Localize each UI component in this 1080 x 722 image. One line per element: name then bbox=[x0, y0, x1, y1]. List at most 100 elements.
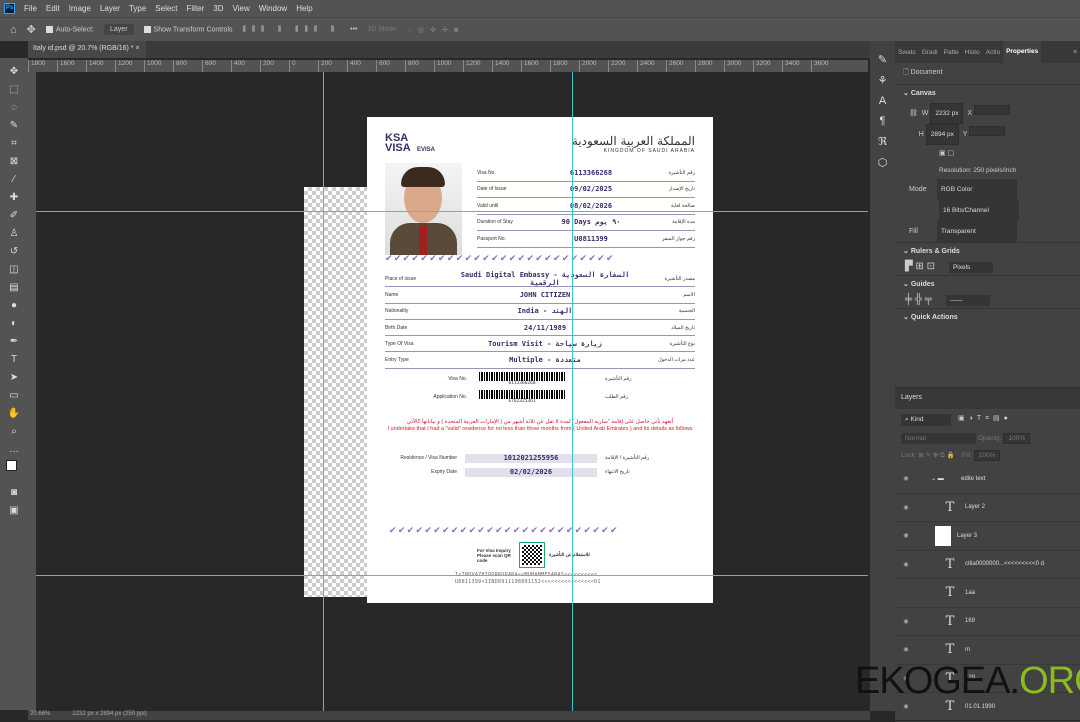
path-select-icon[interactable]: ➤ bbox=[6, 370, 22, 385]
move-tool-icon[interactable]: ✥ bbox=[6, 64, 22, 79]
rulers-grids-section[interactable]: ⌄ Rulers & Grids bbox=[895, 242, 1080, 259]
menu-3d[interactable]: 3D bbox=[213, 4, 223, 13]
layers-tab[interactable]: Layers bbox=[895, 389, 1080, 409]
guide-vertical[interactable] bbox=[572, 72, 573, 712]
width-input[interactable]: 2232 px bbox=[930, 103, 964, 124]
filter-icons[interactable]: ▣◑T⌗▤● bbox=[958, 414, 1012, 426]
landscape-icon[interactable]: ▢ bbox=[948, 150, 955, 157]
visibility-eye-icon[interactable]: ◉ bbox=[895, 532, 917, 539]
move-tool-icon[interactable]: ✥ bbox=[27, 23, 36, 36]
units-dropdown[interactable]: Pixels bbox=[948, 262, 993, 273]
more-button[interactable]: ••• bbox=[350, 26, 357, 33]
eraser-tool-icon[interactable]: ◫ bbox=[6, 262, 22, 277]
auto-select-checkbox[interactable]: Auto-Select: bbox=[45, 25, 94, 33]
document-tab[interactable]: Italy id.psd @ 20.7% (RGB/16) * × bbox=[28, 41, 146, 58]
character-icon[interactable]: A bbox=[879, 95, 886, 107]
zoom-level[interactable]: 20.66% bbox=[30, 711, 50, 720]
tab-history[interactable]: Histo bbox=[962, 49, 983, 56]
layer-row[interactable]: ◉ Tcitla0000000...<<<<<<<<<0 d bbox=[895, 551, 1080, 579]
y-input[interactable] bbox=[969, 126, 1006, 136]
visibility-eye-icon[interactable]: ◉ bbox=[895, 475, 917, 482]
blur-tool-icon[interactable]: ● bbox=[6, 298, 22, 313]
menu-layer[interactable]: Layer bbox=[100, 4, 120, 13]
layer-row[interactable]: ◉ Layer 3 bbox=[895, 522, 1080, 551]
brush-tool-icon[interactable]: ✐ bbox=[6, 208, 22, 223]
menu-view[interactable]: View bbox=[233, 4, 250, 13]
guides-section[interactable]: ⌄ Guides bbox=[895, 275, 1080, 292]
dodge-tool-icon[interactable]: ◐ bbox=[6, 316, 22, 331]
ruler-icon[interactable]: ▛ bbox=[905, 261, 913, 272]
tab-gradients[interactable]: Gradi bbox=[919, 49, 941, 56]
history-brush-icon[interactable]: ↺ bbox=[6, 244, 22, 259]
pixel-grid-icon[interactable]: ⊡ bbox=[927, 261, 935, 272]
quick-mask-icon[interactable]: ◙ bbox=[6, 485, 22, 500]
layer-row[interactable]: ◉ T 169 bbox=[895, 608, 1080, 636]
layer-row[interactable]: T 1aa bbox=[895, 579, 1080, 608]
menu-select[interactable]: Select bbox=[155, 4, 177, 13]
tab-patterns[interactable]: Patte bbox=[941, 49, 962, 56]
menu-window[interactable]: Window bbox=[259, 4, 287, 13]
type-tool-icon[interactable]: T bbox=[6, 352, 22, 367]
tab-swatches[interactable]: Swatc bbox=[895, 49, 919, 56]
portrait-icon[interactable]: ▣ bbox=[939, 150, 946, 157]
bit-depth-dropdown[interactable]: 16 Bits/Channel bbox=[939, 200, 1019, 221]
layer-row[interactable]: ◉ T Layer 2 bbox=[895, 494, 1080, 522]
home-icon[interactable]: ⌂ bbox=[10, 24, 17, 36]
hand-tool-icon[interactable]: ✋ bbox=[6, 406, 22, 421]
more-tools-icon[interactable]: … bbox=[6, 442, 22, 457]
menu-image[interactable]: Image bbox=[69, 4, 91, 13]
3d-tools-icons[interactable]: ◌◎✣✢■ bbox=[408, 26, 464, 34]
lock-icons[interactable]: ⊠ ✎ ✥ ⧉ 🔒 bbox=[918, 452, 954, 459]
visibility-eye-icon[interactable]: ◉ bbox=[895, 561, 917, 568]
zoom-tool-icon[interactable]: ⌕ bbox=[6, 424, 22, 439]
qr-code[interactable] bbox=[519, 542, 545, 568]
menu-file[interactable]: File bbox=[24, 4, 37, 13]
height-input[interactable]: 2894 px bbox=[925, 124, 959, 145]
quick-select-tool-icon[interactable]: ✎ bbox=[6, 118, 22, 133]
blend-mode-dropdown[interactable]: Normal bbox=[901, 433, 976, 444]
menu-help[interactable]: Help bbox=[296, 4, 312, 13]
grid-icon[interactable]: ⊞ bbox=[915, 261, 923, 272]
tab-actions[interactable]: Actio bbox=[983, 49, 1003, 56]
layer-row[interactable]: ◉ ⌄ ▬ edite text bbox=[895, 465, 1080, 494]
pen-tool-icon[interactable]: ✒ bbox=[6, 334, 22, 349]
x-input[interactable] bbox=[974, 105, 1010, 115]
screen-mode-icon[interactable]: ▣ bbox=[6, 503, 22, 518]
opacity-input[interactable]: 100% bbox=[1003, 433, 1031, 444]
guide-style-dropdown[interactable]: —— bbox=[945, 295, 990, 306]
clone-source-icon[interactable]: ⚘ bbox=[878, 74, 888, 87]
guide-horizontal[interactable] bbox=[36, 211, 868, 212]
brush-settings-icon[interactable]: ✎ bbox=[878, 53, 887, 66]
menu-edit[interactable]: Edit bbox=[46, 4, 60, 13]
stamp-tool-icon[interactable]: ♙ bbox=[6, 226, 22, 241]
guide-layout-icon[interactable]: ╪ bbox=[905, 294, 912, 305]
fill-dropdown[interactable]: Transparent bbox=[936, 221, 1017, 242]
gradient-tool-icon[interactable]: ▤ bbox=[6, 280, 22, 295]
menu-type[interactable]: Type bbox=[129, 4, 146, 13]
eyedropper-tool-icon[interactable]: ⁄ bbox=[6, 172, 22, 187]
healing-tool-icon[interactable]: ✚ bbox=[6, 190, 22, 205]
crop-tool-icon[interactable]: ⌗ bbox=[6, 136, 22, 151]
visibility-eye-icon[interactable]: ◉ bbox=[895, 618, 917, 625]
visibility-eye-icon[interactable]: ◉ bbox=[895, 504, 917, 511]
guide-vertical[interactable] bbox=[323, 72, 324, 712]
glyphs-icon[interactable]: ℜ bbox=[878, 135, 887, 148]
mode-dropdown[interactable]: RGB Color bbox=[936, 179, 1017, 200]
frame-tool-icon[interactable]: ⊠ bbox=[6, 154, 22, 169]
link-icon[interactable]: ⛓ bbox=[909, 110, 918, 117]
marquee-tool-icon[interactable]: ⬚ bbox=[6, 82, 22, 97]
show-transform-checkbox[interactable]: Show Transform Controls bbox=[143, 25, 233, 33]
layer-select[interactable]: Layer bbox=[104, 24, 134, 35]
close-tab-icon[interactable]: × bbox=[135, 45, 139, 52]
menu-filter[interactable]: Filter bbox=[187, 4, 205, 13]
lasso-tool-icon[interactable]: ◌ bbox=[6, 100, 22, 115]
quick-actions-section[interactable]: ⌄ Quick Actions bbox=[895, 308, 1080, 325]
paragraph-icon[interactable]: ¶ bbox=[880, 115, 886, 127]
new-guide-icon[interactable]: ╬ bbox=[915, 294, 922, 305]
tab-properties[interactable]: Properties bbox=[1003, 41, 1042, 63]
3d-icon[interactable]: ⬡ bbox=[878, 156, 888, 169]
visibility-eye-icon[interactable]: ◉ bbox=[895, 703, 917, 710]
color-swatches[interactable] bbox=[6, 460, 22, 482]
align-icons[interactable]: ⫼⫼⫼ ⫼ ⫼⫼⫼ ⫼ bbox=[243, 26, 341, 34]
fill-input[interactable]: 100% bbox=[973, 450, 1001, 461]
